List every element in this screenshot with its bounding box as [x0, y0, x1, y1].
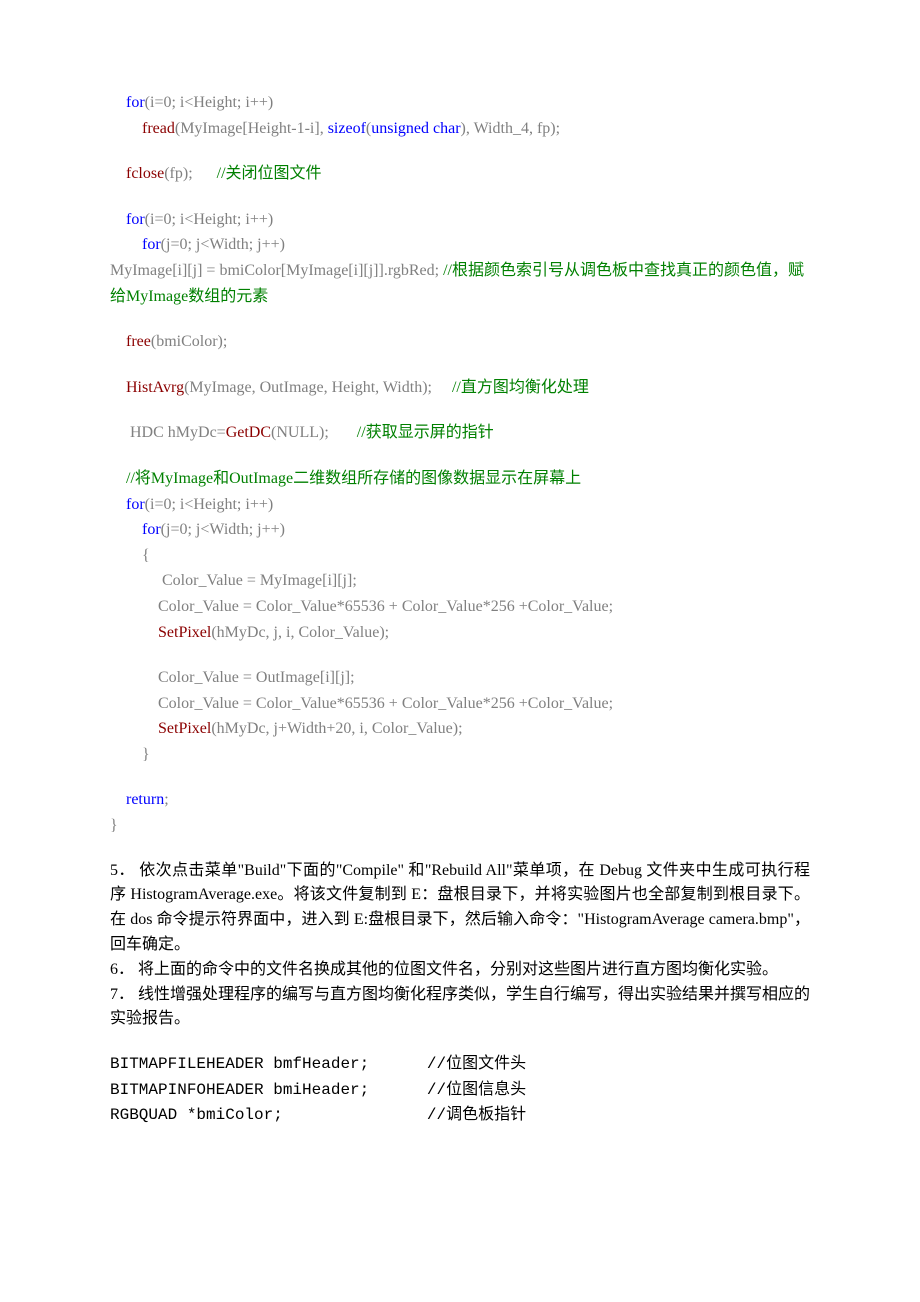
code-line: for(j=0; j<Width; j++) [110, 232, 810, 258]
code-line: } [110, 813, 810, 839]
paragraph-6: 6． 将上面的命令中的文件名换成其他的位图文件名，分别对这些图片进行直方图均衡化… [110, 958, 810, 983]
code-line: Color_Value = Color_Value*65536 + Color_… [110, 594, 810, 620]
struct-line: BITMAPFILEHEADER bmfHeader; //位图文件头 [110, 1052, 810, 1078]
code-line: return; [110, 787, 810, 813]
struct-line: RGBQUAD *bmiColor; //调色板指针 [110, 1103, 810, 1129]
paragraph-5: 5． 依次点击菜单"Build"下面的"Compile" 和"Rebuild A… [110, 859, 810, 958]
code-line: //将MyImage和OutImage二维数组所存储的图像数据显示在屏幕上 [110, 466, 810, 492]
code-line: free(bmiColor); [110, 329, 810, 355]
code-line: SetPixel(hMyDc, j, i, Color_Value); [110, 620, 810, 646]
code-line: HistAvrg(MyImage, OutImage, Height, Widt… [110, 375, 810, 401]
paragraph-7: 7． 线性增强处理程序的编写与直方图均衡化程序类似，学生自行编写，得出实验结果并… [110, 983, 810, 1033]
code-line: } [110, 742, 810, 768]
code-line: for(i=0; i<Height; i++) [110, 207, 810, 233]
code-line: HDC hMyDc=GetDC(NULL); //获取显示屏的指针 [110, 420, 810, 446]
code-line: Color_Value = OutImage[i][j]; [110, 665, 810, 691]
code-line: SetPixel(hMyDc, j+Width+20, i, Color_Val… [110, 716, 810, 742]
code-line: MyImage[i][j] = bmiColor[MyImage[i][j]].… [110, 258, 810, 309]
code-line: for(j=0; j<Width; j++) [110, 517, 810, 543]
code-line: { [110, 543, 810, 569]
code-line: fclose(fp); //关闭位图文件 [110, 161, 810, 187]
code-line: Color_Value = MyImage[i][j]; [110, 568, 810, 594]
code-line: fread(MyImage[Height-1-i], sizeof(unsign… [110, 116, 810, 142]
code-line: for(i=0; i<Height; i++) [110, 492, 810, 518]
code-line: for(i=0; i<Height; i++) [110, 90, 810, 116]
code-line: Color_Value = Color_Value*65536 + Color_… [110, 691, 810, 717]
struct-line: BITMAPINFOHEADER bmiHeader; //位图信息头 [110, 1078, 810, 1104]
